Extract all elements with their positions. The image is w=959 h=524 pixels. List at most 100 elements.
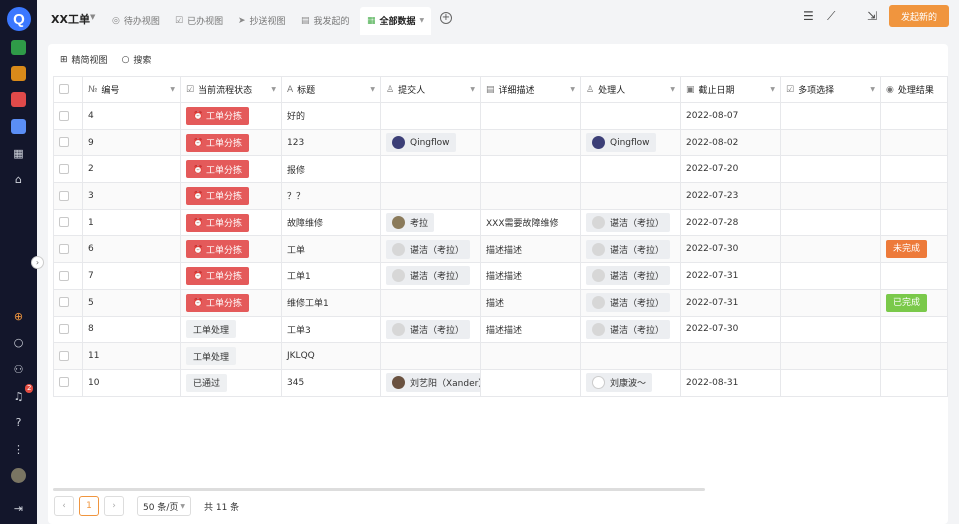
cell-multi-select[interactable] xyxy=(780,288,881,317)
cell-submitter[interactable]: 刘艺阳（Xander） xyxy=(380,368,481,397)
table-row[interactable]: 6 ⏰ 工单分拣 工单 谌洁（考拉） 描述描述 谌洁（考拉） 2022-07-30 未完成 xyxy=(53,235,948,264)
tab-cc[interactable]: ➤ 抄送视图 xyxy=(238,14,286,28)
collapse-icon[interactable]: ⇥ xyxy=(11,501,26,516)
cell-submitter[interactable]: 谌洁（考拉） xyxy=(380,262,481,290)
chevron-down-icon[interactable]: ▼ xyxy=(870,86,875,93)
table-row[interactable]: 11 工单处理 JKLQQ xyxy=(53,342,948,370)
page-size-select[interactable]: 50 条/页 ▼ xyxy=(137,496,191,516)
search-button[interactable]: ○ 搜索 xyxy=(122,53,152,67)
row-select-cell[interactable] xyxy=(53,208,83,237)
cell-title[interactable]: 好的 xyxy=(281,102,381,130)
row-checkbox[interactable] xyxy=(59,350,69,361)
cell-submitter[interactable] xyxy=(380,155,481,184)
cell-multi-select[interactable] xyxy=(780,368,881,397)
cell-id[interactable]: 6 xyxy=(82,235,181,264)
cell-id[interactable]: 3 xyxy=(82,182,181,210)
cell-title[interactable]: 报修 xyxy=(281,155,381,184)
cell-id[interactable]: 7 xyxy=(82,262,181,290)
cell-id[interactable]: 8 xyxy=(82,315,181,344)
cell-submitter[interactable] xyxy=(380,288,481,317)
cell-status[interactable]: ⏰ 工单分拣 xyxy=(180,128,282,157)
cell-handler[interactable] xyxy=(580,155,681,184)
grid-icon[interactable]: ▦ xyxy=(11,146,26,161)
tab-mine[interactable]: ▤ 我发起的 xyxy=(301,14,350,28)
cell-title[interactable]: 工单 xyxy=(281,235,381,264)
chevron-down-icon[interactable]: ▼ xyxy=(670,86,675,93)
row-checkbox[interactable] xyxy=(59,377,69,388)
cell-handler[interactable]: 谌洁（考拉） xyxy=(580,208,681,237)
cell-result[interactable] xyxy=(880,155,948,184)
col-header-status[interactable]: ☑ 当前流程状态 ▼ xyxy=(180,76,282,103)
chart-icon[interactable]: ⟋ xyxy=(827,9,835,24)
help-icon[interactable]: ? xyxy=(11,415,26,430)
row-checkbox[interactable] xyxy=(59,244,69,255)
cell-status[interactable]: ⏰ 工单分拣 xyxy=(180,155,282,184)
cell-id[interactable]: 9 xyxy=(82,128,181,157)
cell-id[interactable]: 5 xyxy=(82,288,181,317)
cell-id[interactable]: 1 xyxy=(82,208,181,237)
row-select-cell[interactable] xyxy=(53,368,83,397)
cell-due-date[interactable]: 2022-08-07 xyxy=(680,102,781,130)
page-number-current[interactable]: 1 xyxy=(79,496,99,516)
cell-handler[interactable]: 谌洁（考拉） xyxy=(580,288,681,317)
app-red-icon[interactable] xyxy=(11,92,26,107)
row-select-cell[interactable] xyxy=(53,342,83,370)
row-checkbox[interactable] xyxy=(59,270,69,281)
apps-icon[interactable]: ⋮ xyxy=(11,442,26,457)
table-row[interactable]: 7 ⏰ 工单分拣 工单1 谌洁（考拉） 描述描述 谌洁（考拉） 2022-07-31 xyxy=(53,262,948,290)
col-header-description[interactable]: ▤ 详细描述 ▼ xyxy=(480,76,581,103)
cell-due-date[interactable]: 2022-07-28 xyxy=(680,208,781,237)
cell-description[interactable] xyxy=(480,128,581,157)
cell-multi-select[interactable] xyxy=(780,128,881,157)
cell-multi-select[interactable] xyxy=(780,262,881,290)
row-checkbox[interactable] xyxy=(59,217,69,228)
cell-handler[interactable]: Qingflow xyxy=(580,128,681,157)
cell-submitter[interactable] xyxy=(380,102,481,130)
cell-due-date[interactable]: 2022-07-30 xyxy=(680,235,781,264)
cell-description[interactable]: 描述描述 xyxy=(480,235,581,264)
title-dropdown-icon[interactable]: ▼ xyxy=(90,13,95,21)
select-all-checkbox[interactable] xyxy=(59,84,69,95)
app-green-icon[interactable] xyxy=(11,40,26,55)
cell-handler[interactable]: 刘康波～ xyxy=(580,368,681,397)
cell-description[interactable]: 描述描述 xyxy=(480,315,581,344)
cell-status[interactable]: ⏰ 工单分拣 xyxy=(180,208,282,237)
app-blue-icon[interactable] xyxy=(11,119,26,134)
cell-due-date[interactable]: 2022-07-30 xyxy=(680,315,781,344)
cell-due-date[interactable]: 2022-07-20 xyxy=(680,155,781,184)
cell-result[interactable]: 已完成 xyxy=(880,288,948,317)
cell-due-date[interactable]: 2022-08-02 xyxy=(680,128,781,157)
col-header-handler[interactable]: ♙ 处理人 ▼ xyxy=(580,76,681,103)
table-row[interactable]: 5 ⏰ 工单分拣 维修工单1 描述 谌洁（考拉） 2022-07-31 已完成 xyxy=(53,288,948,317)
row-checkbox[interactable] xyxy=(59,137,69,148)
cell-due-date[interactable]: 2022-07-23 xyxy=(680,182,781,210)
cell-handler[interactable] xyxy=(580,182,681,210)
chevron-down-icon[interactable]: ▼ xyxy=(770,86,775,93)
cell-result[interactable] xyxy=(880,102,948,130)
cell-description[interactable] xyxy=(480,342,581,370)
cell-status[interactable]: ⏰ 工单分拣 xyxy=(180,262,282,290)
exit-icon[interactable]: ⇲ xyxy=(867,9,877,23)
next-page-button[interactable]: › xyxy=(104,496,124,516)
col-header-due-date[interactable]: ▣ 截止日期 ▼ xyxy=(680,76,781,103)
cell-title[interactable]: 工单1 xyxy=(281,262,381,290)
tab-all-data[interactable]: ▦ 全部数据 ▼ xyxy=(360,7,432,35)
table-row[interactable]: 10 已通过 345 刘艺阳（Xander） 刘康波～ 2022-08-31 xyxy=(53,368,948,397)
row-select-cell[interactable] xyxy=(53,262,83,290)
cell-due-date[interactable]: 2022-07-31 xyxy=(680,288,781,317)
cell-title[interactable]: ？？ xyxy=(281,182,381,210)
cell-result[interactable] xyxy=(880,262,948,290)
row-select-cell[interactable] xyxy=(53,288,83,317)
row-checkbox[interactable] xyxy=(59,297,69,308)
cell-id[interactable]: 11 xyxy=(82,342,181,370)
col-header-title[interactable]: A 标题 ▼ xyxy=(281,76,381,103)
cell-description[interactable]: 描述描述 xyxy=(480,262,581,290)
cell-result[interactable] xyxy=(880,208,948,237)
cell-submitter[interactable]: Qingflow xyxy=(380,128,481,157)
cell-result[interactable]: 未完成 xyxy=(880,235,948,264)
row-select-cell[interactable] xyxy=(53,155,83,184)
cell-multi-select[interactable] xyxy=(780,235,881,264)
row-select-cell[interactable] xyxy=(53,235,83,264)
cell-result[interactable] xyxy=(880,368,948,397)
chevron-down-icon[interactable]: ▼ xyxy=(170,86,175,93)
